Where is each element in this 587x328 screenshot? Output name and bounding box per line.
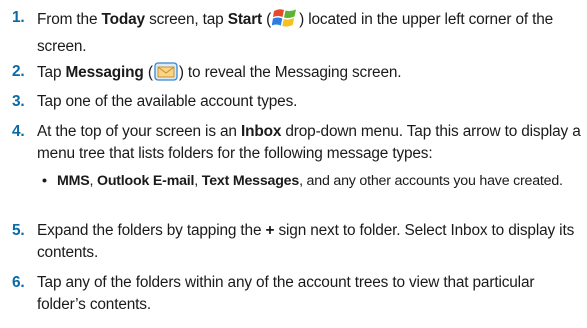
step-text: Tap one of the available account types. xyxy=(37,93,298,110)
windows-start-flag-icon xyxy=(271,7,298,36)
step-number: 4. xyxy=(12,123,25,140)
step-text: Tap any of the folders within any of the… xyxy=(37,274,535,313)
step-text: From the Today screen, tap Start ( ) loc… xyxy=(37,7,582,57)
outlook-email-label: Outlook E-mail xyxy=(96,173,195,189)
step-text: Tap Messaging ( ) to reveal the Messagin… xyxy=(37,61,582,89)
today-label: Today xyxy=(101,11,146,28)
step-number: 1. xyxy=(12,9,25,26)
mms-label: MMS xyxy=(57,173,90,189)
step-number: 3. xyxy=(12,93,25,110)
step-text: Expand the folders by tapping the + sign… xyxy=(37,222,575,261)
step-number: 6. xyxy=(12,274,25,291)
step-number: 2. xyxy=(12,63,25,80)
start-label: Start xyxy=(227,11,263,28)
bullet-text: MMS, Outlook E-mail, Text Messages, and … xyxy=(57,173,563,189)
text-messages-label: Text Messages xyxy=(201,173,300,189)
instruction-list: 1. From the Today screen, tap Start ( ) … xyxy=(0,0,587,328)
messaging-label: Messaging xyxy=(65,64,144,81)
inbox-label: Inbox xyxy=(240,123,282,140)
step-number: 5. xyxy=(12,222,25,239)
bullet-marker: • xyxy=(42,173,47,189)
step-text: At the top of your screen is an Inbox dr… xyxy=(37,123,581,162)
messaging-envelope-icon xyxy=(154,61,178,89)
